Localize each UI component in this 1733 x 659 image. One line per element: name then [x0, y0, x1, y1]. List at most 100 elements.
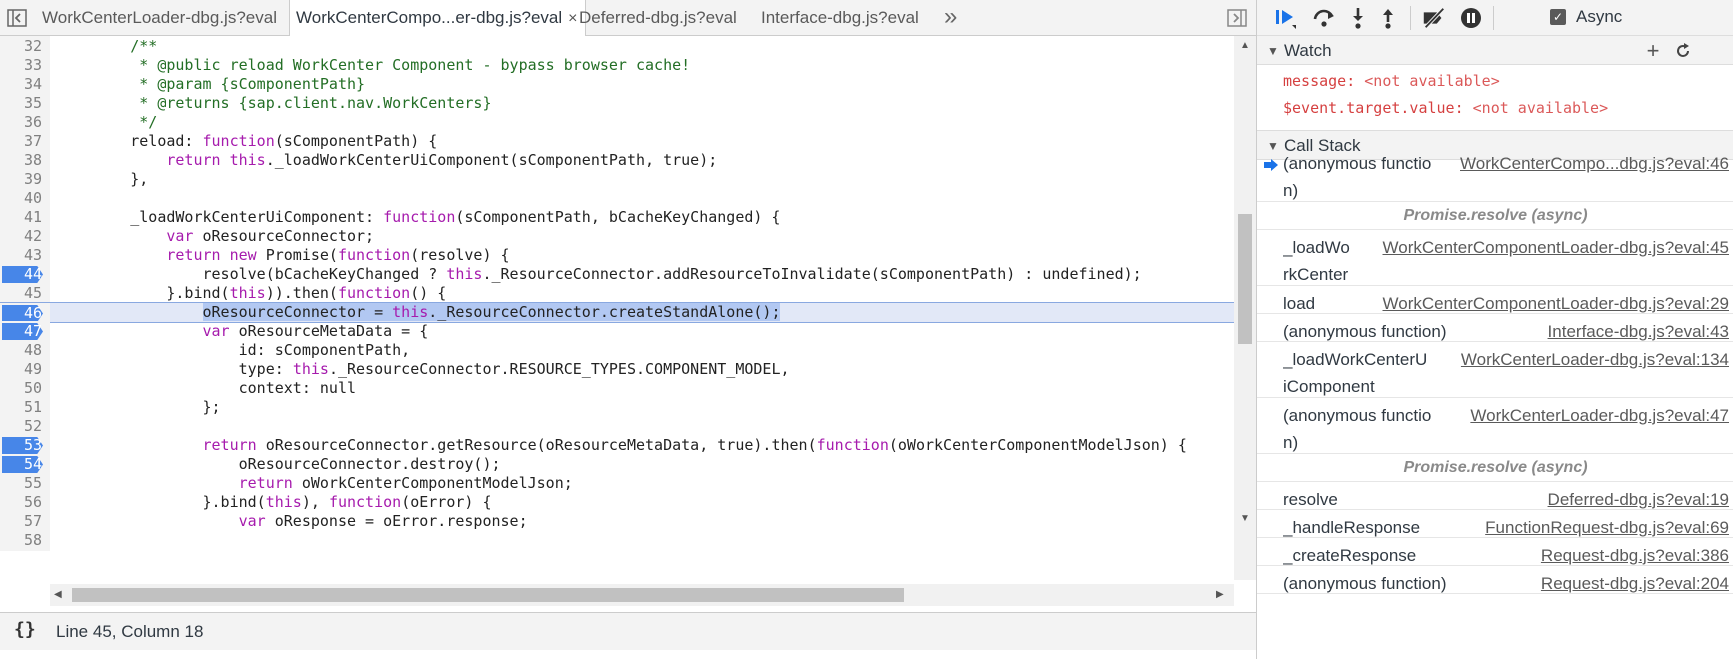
breakpoint-line-number[interactable]: 54: [0, 454, 50, 475]
line-number[interactable]: 34: [0, 74, 50, 95]
call-frame[interactable]: _loadWorkCenterUiComponent WorkCenterLoad…: [1257, 342, 1733, 398]
call-frame[interactable]: (anonymous function) Interface-dbg.js?eva…: [1257, 314, 1733, 342]
frame-source-link[interactable]: FunctionRequest-dbg.js?eval:69: [1485, 514, 1729, 541]
call-frame[interactable]: (anonymous function) Request-dbg.js?eval:…: [1257, 566, 1733, 594]
line-number[interactable]: 55: [0, 473, 50, 494]
line-number[interactable]: 48: [0, 340, 50, 361]
line-number[interactable]: 40: [0, 188, 50, 209]
line-number[interactable]: 58: [0, 530, 50, 551]
call-frame[interactable]: load WorkCenterComponentLoader-dbg.js?eva…: [1257, 286, 1733, 314]
code-line[interactable]: 57 var oResponse = oError.response;: [0, 511, 1234, 532]
line-number[interactable]: 39: [0, 169, 50, 190]
line-number[interactable]: 49: [0, 359, 50, 380]
frame-source-link[interactable]: WorkCenterComponentLoader-dbg.js?eval:45: [1383, 234, 1730, 261]
tab-workcenterloader[interactable]: WorkCenterLoader-dbg.js?eval: [42, 0, 277, 36]
call-frame[interactable]: resolve Deferred-dbg.js?eval:19: [1257, 482, 1733, 510]
line-number[interactable]: 45: [0, 283, 50, 304]
code-line[interactable]: 44 resolve(bCacheKeyChanged ? this._Reso…: [0, 264, 1234, 285]
horizontal-scrollbar[interactable]: ◀ ▶: [50, 584, 1234, 606]
line-number[interactable]: 37: [0, 131, 50, 152]
async-checkbox[interactable]: ✓: [1550, 9, 1566, 25]
tab-interface[interactable]: Interface-dbg.js?eval: [761, 0, 919, 36]
code-line[interactable]: 38 return this._loadWorkCenterUiComponen…: [0, 150, 1234, 171]
tab-workcentercomponentloader[interactable]: WorkCenterCompo...er-dbg.js?eval ×: [289, 0, 587, 37]
frame-source-link[interactable]: Request-dbg.js?eval:386: [1541, 542, 1729, 569]
frame-source-link[interactable]: Request-dbg.js?eval:204: [1541, 570, 1729, 597]
resume-icon[interactable]: [1273, 5, 1299, 31]
scroll-right-icon[interactable]: ▶: [1216, 589, 1224, 600]
code-line[interactable]: 55 return oWorkCenterComponentModelJson;: [0, 473, 1234, 494]
line-number[interactable]: 36: [0, 112, 50, 133]
close-tab-icon[interactable]: ×: [568, 1, 577, 37]
line-number[interactable]: 38: [0, 150, 50, 171]
code-editor[interactable]: 32 /** 33 * @public reload WorkCenter Com…: [0, 36, 1234, 580]
breakpoint-line-number[interactable]: 47: [0, 321, 50, 342]
watch-expression[interactable]: $event.target.value: <not available>: [1257, 95, 1733, 122]
code-line[interactable]: 49 type: this._ResourceConnector.RESOURC…: [0, 359, 1234, 380]
breakpoint-line-number[interactable]: 53: [0, 435, 50, 456]
toggle-debugger-sidebar-icon[interactable]: [1226, 7, 1248, 29]
frame-source-link[interactable]: WorkCenterLoader-dbg.js?eval:134: [1461, 346, 1729, 373]
step-over-icon[interactable]: [1311, 5, 1337, 31]
code-line[interactable]: 45 }.bind(this)).then(function() {: [0, 283, 1234, 304]
code-line[interactable]: 40: [0, 188, 1234, 209]
vertical-scrollbar[interactable]: ▲ ▼: [1234, 36, 1256, 580]
frame-source-link[interactable]: WorkCenterLoader-dbg.js?eval:47: [1470, 402, 1729, 429]
scroll-left-icon[interactable]: ◀: [54, 589, 62, 600]
code-line[interactable]: 58: [0, 530, 1234, 551]
pause-on-exceptions-icon[interactable]: [1458, 5, 1484, 31]
code-line[interactable]: 53 return oResourceConnector.getResource…: [0, 435, 1234, 456]
code-line[interactable]: 52: [0, 416, 1234, 437]
tab-deferred[interactable]: Deferred-dbg.js?eval: [579, 0, 737, 36]
add-watch-expression-icon[interactable]: +: [1641, 38, 1665, 63]
vertical-scroll-thumb[interactable]: [1238, 214, 1252, 344]
frame-source-link[interactable]: Deferred-dbg.js?eval:19: [1548, 486, 1729, 513]
code-line[interactable]: 46 oResourceConnector = this._ResourceCo…: [0, 302, 1234, 324]
code-line[interactable]: 41 _loadWorkCenterUiComponent: function(…: [0, 207, 1234, 228]
line-number[interactable]: 43: [0, 245, 50, 266]
horizontal-scroll-thumb[interactable]: [72, 588, 904, 602]
scroll-up-icon[interactable]: ▲: [1240, 40, 1250, 51]
pretty-print-icon[interactable]: {}: [14, 619, 36, 640]
call-frame[interactable]: _loadWorkCenterUiComponent WorkCenterComp…: [1257, 230, 1733, 286]
more-tabs-icon[interactable]: »: [944, 0, 957, 36]
watch-expression[interactable]: message: <not available>: [1257, 68, 1733, 95]
step-into-icon[interactable]: [1345, 5, 1371, 31]
frame-source-link[interactable]: WorkCenterCompo...dbg.js?eval:46: [1460, 150, 1729, 177]
watch-section-header[interactable]: ▼ Watch +: [1257, 35, 1733, 65]
refresh-watch-icon[interactable]: [1671, 39, 1695, 63]
code-line[interactable]: 34 * @param {sComponentPath}: [0, 74, 1234, 95]
line-number[interactable]: 42: [0, 226, 50, 247]
frame-source-link[interactable]: WorkCenterComponentLoader-dbg.js?eval:29: [1383, 290, 1730, 317]
code-line[interactable]: 51 };: [0, 397, 1234, 418]
line-number[interactable]: 33: [0, 55, 50, 76]
code-line[interactable]: 54 oResourceConnector.destroy();: [0, 454, 1234, 475]
code-line[interactable]: 42 var oResourceConnector;: [0, 226, 1234, 247]
code-line[interactable]: 43 return new Promise(function(resolve) …: [0, 245, 1234, 266]
code-line[interactable]: 48 id: sComponentPath,: [0, 340, 1234, 361]
call-frame[interactable]: (anonymous function) WorkCenterCompo...db…: [1257, 146, 1733, 202]
call-frame[interactable]: _createResponse Request-dbg.js?eval:386: [1257, 538, 1733, 566]
frame-source-link[interactable]: Interface-dbg.js?eval:43: [1548, 318, 1729, 345]
line-number[interactable]: 50: [0, 378, 50, 399]
code-line[interactable]: 39 },: [0, 169, 1234, 190]
step-out-icon[interactable]: [1375, 5, 1401, 31]
line-number[interactable]: 57: [0, 511, 50, 532]
code-line[interactable]: 47 var oResourceMetaData = {: [0, 321, 1234, 342]
line-number[interactable]: 41: [0, 207, 50, 228]
deactivate-breakpoints-icon[interactable]: [1421, 5, 1447, 31]
line-number[interactable]: 35: [0, 93, 50, 114]
line-number[interactable]: 51: [0, 397, 50, 418]
call-frame[interactable]: (anonymous function) WorkCenterLoader-dbg…: [1257, 398, 1733, 454]
code-line[interactable]: 32 /**: [0, 36, 1234, 57]
code-line[interactable]: 35 * @returns {sap.client.nav.WorkCenter…: [0, 93, 1234, 114]
code-line[interactable]: 37 reload: function(sComponentPath) {: [0, 131, 1234, 152]
line-number[interactable]: 32: [0, 36, 50, 57]
code-line[interactable]: 50 context: null: [0, 378, 1234, 399]
toggle-navigator-icon[interactable]: [6, 7, 28, 29]
code-line[interactable]: 56 }.bind(this), function(oError) {: [0, 492, 1234, 513]
line-number[interactable]: 56: [0, 492, 50, 513]
line-number[interactable]: 52: [0, 416, 50, 437]
code-line[interactable]: 36 */: [0, 112, 1234, 133]
call-frame[interactable]: _handleResponse FunctionRequest-dbg.js?ev…: [1257, 510, 1733, 538]
